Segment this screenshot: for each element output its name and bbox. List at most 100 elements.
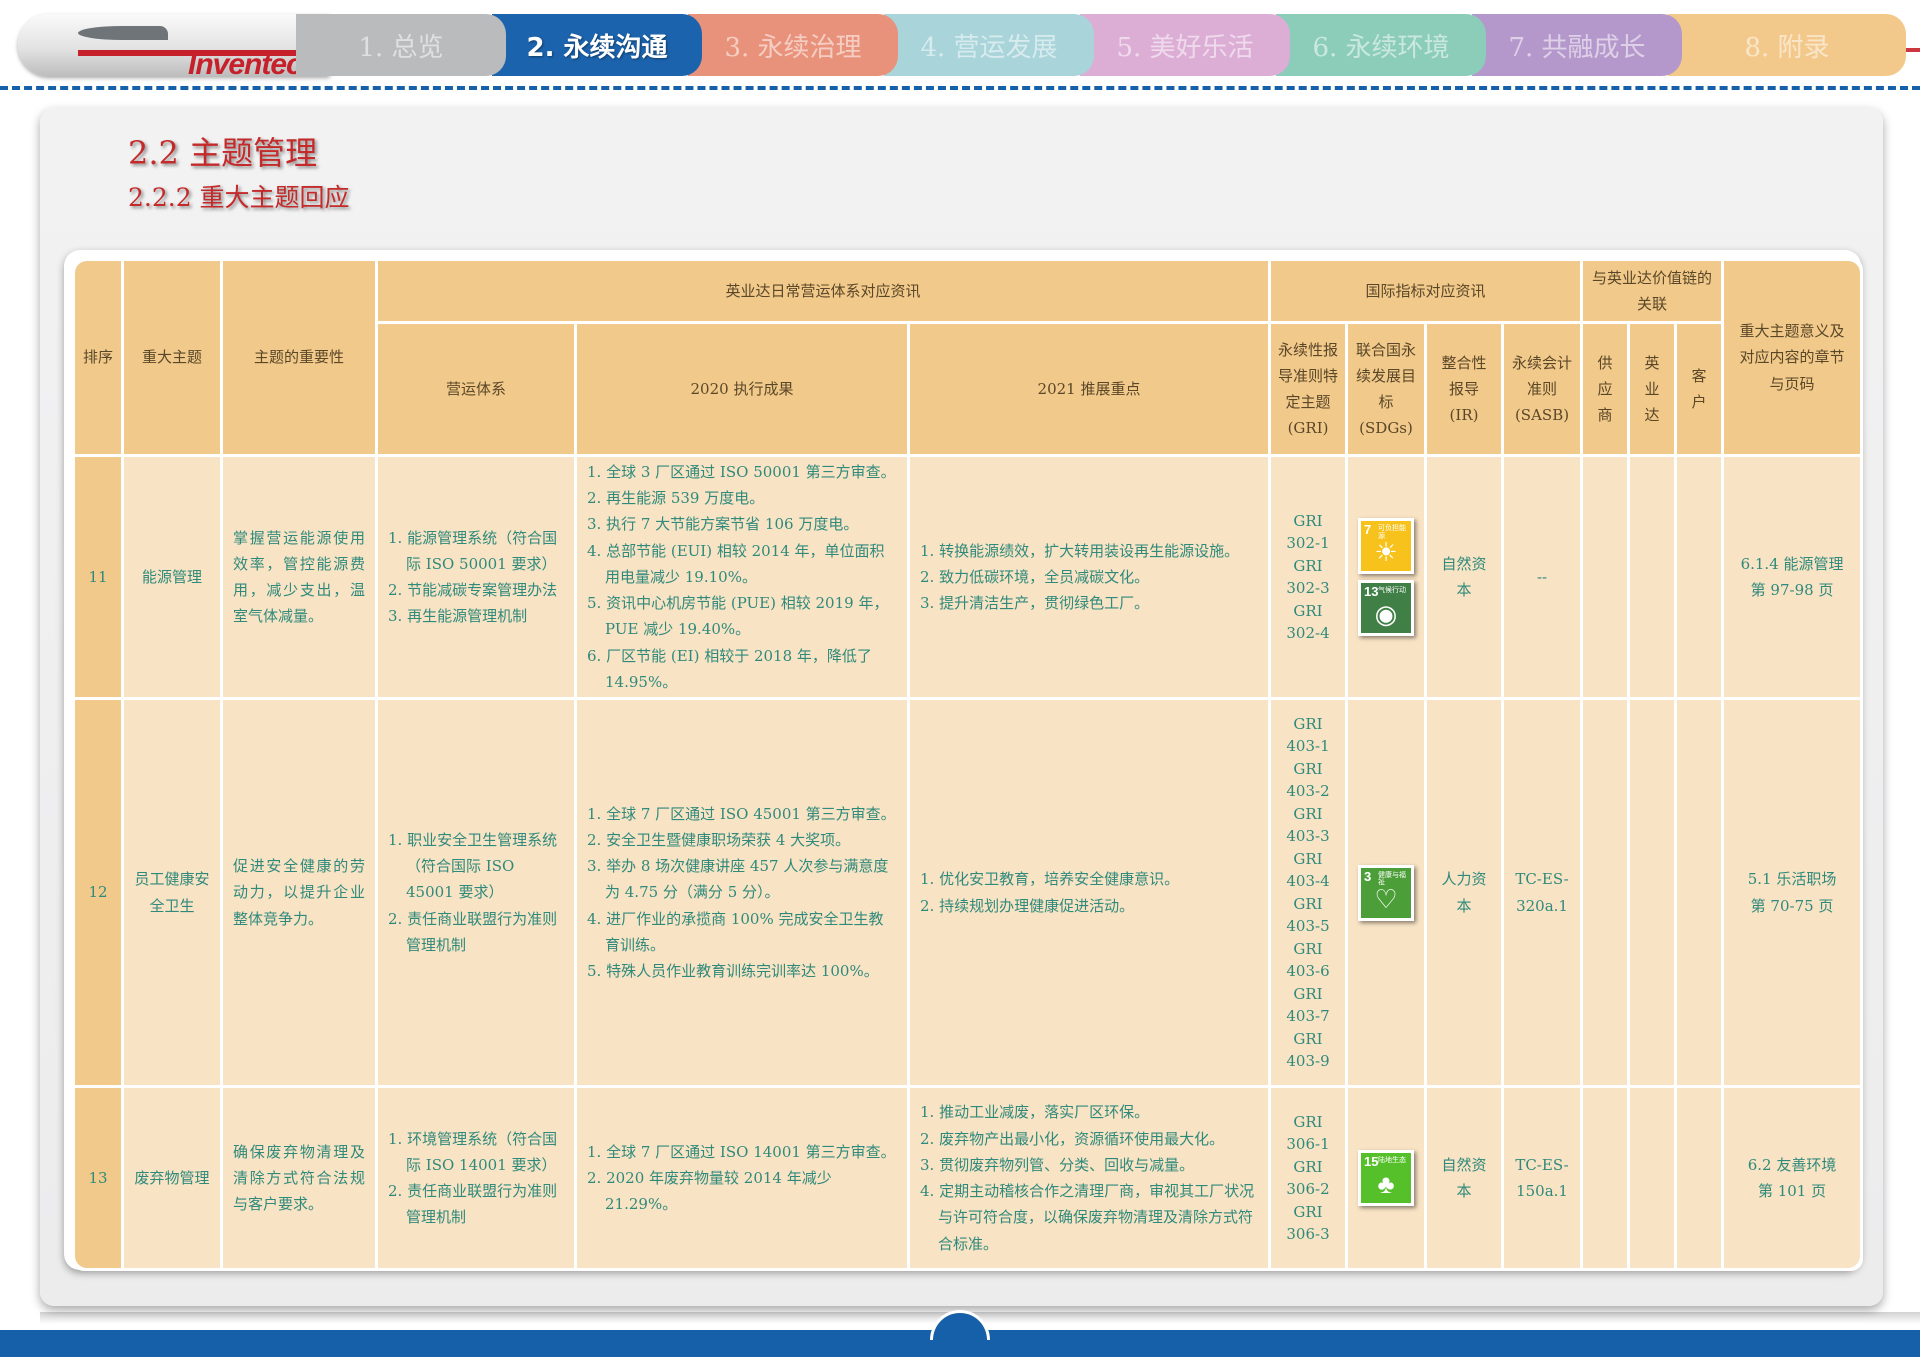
results-list: 1. 全球 7 厂区通过 ISO 45001 第三方审查。 2. 安全卫生暨健康职… bbox=[587, 801, 897, 985]
stack-line: 403-2 bbox=[1286, 782, 1330, 800]
ops-system-list: 1. 职业安全卫生管理系统（符合国际 ISO 45001 要求） 2. 责任商业联… bbox=[388, 827, 564, 958]
nav-tab-6[interactable]: 6. 永续环境 bbox=[1276, 14, 1486, 76]
header-ir: 整合性报导 (IR) bbox=[1427, 324, 1502, 454]
header-intl-group: 国际指标对应资讯 bbox=[1271, 261, 1581, 321]
row-topic: 能源管理 bbox=[124, 457, 220, 697]
header-meaning: 重大主题意义及对应内容的章节与页码 bbox=[1724, 261, 1861, 454]
row-topic: 废弃物管理 bbox=[124, 1088, 220, 1268]
nav-tab-label: 8. 附录 bbox=[1744, 32, 1830, 63]
row-meaning: 5.1 乐活职场第 70-75 页 bbox=[1724, 700, 1861, 1085]
stack-line: 5.1 乐活职场 bbox=[1747, 870, 1837, 889]
header-importance: 主题的重要性 bbox=[223, 261, 375, 454]
stack-line: 306-1 bbox=[1286, 1135, 1330, 1153]
stack-line: GRI bbox=[1293, 1202, 1323, 1221]
nav-tab-label: 5. 美好乐活 bbox=[1116, 32, 1254, 63]
row-rank: 12 bbox=[75, 700, 121, 1085]
row-sasb: TC-ES-320a.1 bbox=[1504, 700, 1581, 1085]
sdg-badge-13: 13 气候行动 ◉ bbox=[1358, 580, 1415, 636]
list-item: 1. 优化安卫教育，培养安全健康意识。 bbox=[920, 870, 1180, 889]
nav-tab-label: 1. 总览 bbox=[358, 32, 444, 63]
row-results-2020: 1. 全球 3 厂区通过 ISO 50001 第三方审查。 2. 再生能源 539… bbox=[577, 457, 907, 697]
row-gri: GRI 403-1 GRI 403-2 GRI 403-3 GRI 403-4 GRI 403-5… bbox=[1271, 700, 1346, 1085]
nav-tab-1[interactable]: 1. 总览 bbox=[296, 14, 506, 76]
row-topic: 员工健康安全卫生 bbox=[124, 700, 220, 1085]
ops-system-list: 1. 能源管理系统（符合国际 ISO 50001 要求） 2. 节能减碳专案管理办… bbox=[388, 525, 564, 630]
material-topics-table: 排序 重大主题 主题的重要性 英业达日常营运体系对应资讯 国际指标对应资讯 与英… bbox=[72, 258, 1864, 1271]
header-gri: 永续性报导准则特定主题 (GRI) bbox=[1271, 324, 1346, 454]
stack-line: 403-1 bbox=[1286, 737, 1330, 755]
stack-line: GRI bbox=[1293, 1029, 1323, 1048]
header-supplier: 供应商 bbox=[1583, 324, 1628, 454]
header-topic: 重大主题 bbox=[124, 261, 220, 454]
row-inventec bbox=[1630, 457, 1675, 697]
brand-logo[interactable]: Inventec bbox=[188, 48, 303, 82]
nav-tab-label: 7. 共融成长 bbox=[1508, 32, 1646, 63]
sdg-label: 气候行动 bbox=[1378, 587, 1407, 594]
list-item: 1. 全球 7 厂区通过 ISO 45001 第三方审查。 bbox=[587, 804, 896, 823]
stack-line: GRI bbox=[1293, 849, 1323, 868]
header-results-2020: 2020 执行成果 bbox=[577, 324, 907, 454]
row-supplier bbox=[1583, 700, 1628, 1085]
list-item: 3. 举办 8 场次健康讲座 457 人次参与满意度为 4.75 分（满分 5 … bbox=[587, 857, 889, 902]
row-sdgs: 15 陆地生态 ♣ bbox=[1348, 1088, 1425, 1268]
list-item: 2. 节能减碳专案管理办法 bbox=[388, 581, 558, 599]
row-importance: 掌握营运能源使用效率，管控能源费用，减少支出，温室气体减量。 bbox=[223, 457, 375, 697]
header-divider bbox=[0, 86, 1920, 90]
sun-icon: ☀ bbox=[1374, 537, 1398, 567]
list-item: 1. 推动工业减废，落实厂区环保。 bbox=[920, 1103, 1150, 1122]
list-item: 3. 执行 7 大节能方案节省 106 万度电。 bbox=[587, 515, 859, 534]
row-focus-2021: 1. 转换能源绩效，扩大转用装设再生能源设施。 2. 致力低碳环境，全员减碳文化。… bbox=[910, 457, 1269, 697]
ops-system-list: 1. 环境管理系统（符合国际 ISO 14001 要求） 2. 责任商业联盟行为准… bbox=[388, 1126, 564, 1231]
header-customer: 客户 bbox=[1677, 324, 1722, 454]
list-item: 1. 能源管理系统（符合国际 ISO 50001 要求） bbox=[388, 528, 558, 573]
nav-tab-7[interactable]: 7. 共融成长 bbox=[1472, 14, 1682, 76]
stack-line: 306-2 bbox=[1286, 1180, 1330, 1198]
stack-line: 第 70-75 页 bbox=[1750, 896, 1834, 915]
nav-tab-4[interactable]: 4. 营运发展 bbox=[884, 14, 1094, 76]
stack-line: GRI bbox=[1293, 1157, 1323, 1176]
row-sasb: -- bbox=[1504, 457, 1581, 697]
row-ir: 自然资本 bbox=[1427, 1088, 1502, 1268]
stack-line: GRI bbox=[1293, 601, 1323, 620]
stack-line: 403-5 bbox=[1286, 917, 1330, 935]
row-ir: 自然资本 bbox=[1427, 457, 1502, 697]
row-results-2020: 1. 全球 7 厂区通过 ISO 14001 第三方审查。 2. 2020 年废弃… bbox=[577, 1088, 907, 1268]
nav-tab-3[interactable]: 3. 永续治理 bbox=[688, 14, 898, 76]
row-supplier bbox=[1583, 1088, 1628, 1268]
table-body: 11 能源管理 掌握营运能源使用效率，管控能源费用，减少支出，温室气体减量。 1. 能… bbox=[75, 457, 1861, 1268]
stack-line: 403-9 bbox=[1286, 1052, 1330, 1070]
row-customer bbox=[1677, 700, 1722, 1085]
train-logo-graphic: Inventec bbox=[18, 14, 330, 81]
nav-tab-5[interactable]: 5. 美好乐活 bbox=[1080, 14, 1290, 76]
row-ops-system: 1. 环境管理系统（符合国际 ISO 14001 要求） 2. 责任商业联盟行为准… bbox=[378, 1088, 574, 1268]
sdg-number: 3 bbox=[1364, 868, 1372, 884]
row-ops-system: 1. 职业安全卫生管理系统（符合国际 ISO 45001 要求） 2. 责任商业联… bbox=[378, 700, 574, 1085]
header-sdgs: 联合国永续发展目标 (SDGs) bbox=[1348, 324, 1425, 454]
sdg-label: 陆地生态 bbox=[1378, 1157, 1407, 1164]
table-row: 12 员工健康安全卫生 促进安全健康的劳动力，以提升企业整体竞争力。 1. 职业安全卫… bbox=[75, 700, 1861, 1085]
stack-line: 第 101 页 bbox=[1757, 1182, 1827, 1200]
header-inventec: 英业达 bbox=[1630, 324, 1675, 454]
nav-tab-label: 3. 永续治理 bbox=[724, 32, 862, 63]
list-item: 5. 特殊人员作业教育训练完训率达 100%。 bbox=[587, 962, 879, 981]
list-item: 1. 全球 7 厂区通过 ISO 14001 第三方审查。 bbox=[587, 1142, 896, 1161]
list-item: 2. 废弃物产出最小化，资源循环使用最大化。 bbox=[920, 1129, 1225, 1148]
header-sasb: 永续会计准则 (SASB) bbox=[1504, 324, 1581, 454]
row-supplier bbox=[1583, 457, 1628, 697]
row-sdgs: 3 健康与福祉 ♡ bbox=[1348, 700, 1425, 1085]
top-navigation: 1. 总览 2. 永续沟通 3. 永续治理 4. 营运发展 5. 美好乐活 6. 永续环境… bbox=[0, 0, 1920, 92]
row-importance: 确保废弃物清理及清除方式符合法规与客户要求。 bbox=[223, 1088, 375, 1268]
stack-line: 306-3 bbox=[1286, 1225, 1330, 1243]
nav-tab-8[interactable]: 8. 附录 bbox=[1668, 14, 1906, 76]
nav-tab-2[interactable]: 2. 永续沟通 bbox=[492, 14, 702, 76]
row-focus-2021: 1. 推动工业减废，落实厂区环保。 2. 废弃物产出最小化，资源循环使用最大化。 3… bbox=[910, 1088, 1269, 1268]
row-sasb: TC-ES-150a.1 bbox=[1504, 1088, 1581, 1268]
header-rank: 排序 bbox=[75, 261, 121, 454]
row-results-2020: 1. 全球 7 厂区通过 ISO 45001 第三方审查。 2. 安全卫生暨健康职… bbox=[577, 700, 907, 1085]
list-item: 4. 定期主动稽核合作之清理厂商，审视其工厂状况与许可符合度，以确保废弃物清理及… bbox=[920, 1182, 1255, 1253]
table-row: 13 废弃物管理 确保废弃物清理及清除方式符合法规与客户要求。 1. 环境管理系统（符… bbox=[75, 1088, 1861, 1268]
row-inventec bbox=[1630, 1088, 1675, 1268]
stack-line: GRI bbox=[1293, 894, 1323, 913]
row-inventec bbox=[1630, 700, 1675, 1085]
list-item: 2. 安全卫生暨健康职场荣获 4 大奖项。 bbox=[587, 830, 851, 849]
